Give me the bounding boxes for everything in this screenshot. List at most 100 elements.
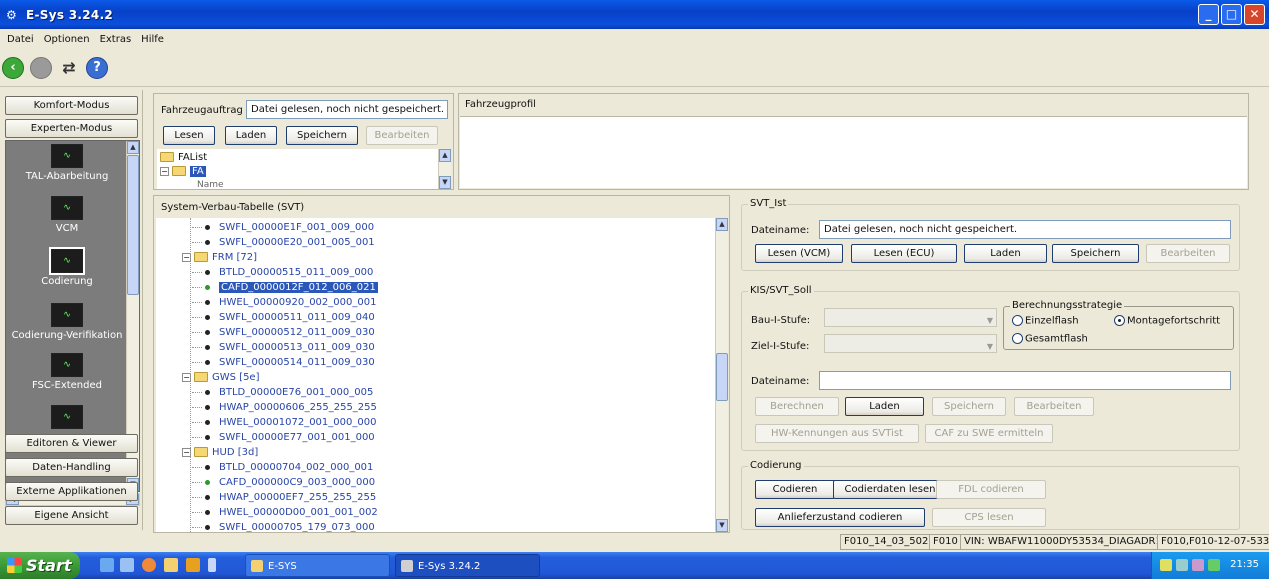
close-button[interactable]: ✕ bbox=[1244, 4, 1265, 25]
scroll-thumb[interactable] bbox=[127, 155, 139, 295]
komfort-modus-button[interactable]: Komfort-Modus bbox=[5, 96, 138, 115]
scroll-down-icon[interactable]: ▼ bbox=[716, 519, 728, 532]
eigene-ansicht-button[interactable]: Eigene Ansicht bbox=[5, 506, 138, 525]
svt-ist-laden-button[interactable]: Laden bbox=[964, 244, 1047, 263]
radio-montagefortschritt[interactable]: Montagefortschritt bbox=[1114, 315, 1220, 327]
fa-tree-scrollbar[interactable]: ▲ ▼ bbox=[438, 149, 451, 189]
codieren-button[interactable]: Codieren bbox=[755, 480, 835, 499]
func-codierung-verifikation[interactable]: ∿ Codierung-Verifikation bbox=[6, 303, 128, 341]
fa-lesen-button[interactable]: Lesen bbox=[163, 126, 215, 145]
menu-optionen[interactable]: Optionen bbox=[39, 34, 95, 45]
quicklaunch-icon[interactable] bbox=[208, 558, 216, 572]
svt-scrollbar[interactable]: ▲ ▼ bbox=[715, 218, 728, 532]
bau-i-stufe-select[interactable]: ▼ bbox=[824, 308, 997, 327]
fa-bearbeiten-button[interactable]: Bearbeiten bbox=[366, 126, 438, 145]
tray-icon[interactable] bbox=[1192, 559, 1204, 571]
func-more[interactable]: ∿ bbox=[6, 405, 128, 432]
svt-title: System-Verbau-Tabelle (SVT) bbox=[161, 202, 305, 213]
task-esys-app[interactable]: E-Sys 3.24.2 bbox=[395, 554, 540, 577]
collapse-icon[interactable]: − bbox=[160, 166, 169, 176]
externe-applikationen-button[interactable]: Externe Applikationen bbox=[5, 482, 138, 501]
tree-leaf[interactable]: BTLD_00000704_002_000_001 bbox=[192, 460, 373, 475]
ziel-i-stufe-label: Ziel-I-Stufe: bbox=[751, 341, 810, 352]
cps-lesen-button[interactable]: CPS lesen bbox=[932, 508, 1046, 527]
svt-ist-lesen-vcm-button[interactable]: Lesen (VCM) bbox=[755, 244, 843, 263]
scroll-up-icon[interactable]: ▲ bbox=[439, 149, 451, 162]
experten-modus-button[interactable]: Experten-Modus bbox=[5, 119, 138, 138]
ziel-i-stufe-select[interactable]: ▼ bbox=[824, 334, 997, 353]
tree-leaf[interactable]: BTLD_00000515_011_009_000 bbox=[192, 265, 373, 280]
fa-status-field[interactable]: Datei gelesen, noch nicht gespeichert. bbox=[246, 100, 448, 119]
anlieferzustand-codieren-button[interactable]: Anlieferzustand codieren bbox=[755, 508, 925, 527]
codierdaten-lesen-button[interactable]: Codierdaten lesen bbox=[833, 480, 947, 499]
fdl-codieren-button[interactable]: FDL codieren bbox=[936, 480, 1046, 499]
hw-kennungen-button[interactable]: HW-Kennungen aus SVTist bbox=[755, 424, 919, 443]
menu-extras[interactable]: Extras bbox=[95, 34, 137, 45]
fa-laden-button[interactable]: Laden bbox=[225, 126, 277, 145]
tree-leaf[interactable]: SWFL_00000513_011_009_030 bbox=[192, 340, 375, 355]
tree-leaf[interactable]: CAFD_000000C9_003_000_000 bbox=[192, 475, 375, 490]
berechnen-button[interactable]: Berechnen bbox=[755, 397, 839, 416]
desktop-icon[interactable] bbox=[100, 558, 114, 572]
tree-leaf[interactable]: SWFL_00000E77_001_001_000 bbox=[192, 430, 375, 445]
tree-leaf[interactable]: HWEL_00000D00_001_001_002 bbox=[192, 505, 378, 520]
tree-leaf[interactable]: SWFL_00000705_179_073_000 bbox=[192, 520, 375, 532]
svt-ist-bearbeiten-button[interactable]: Bearbeiten bbox=[1146, 244, 1230, 263]
func-vcm[interactable]: ∿ VCM bbox=[6, 196, 128, 234]
svt-ist-speichern-button[interactable]: Speichern bbox=[1052, 244, 1139, 263]
tree-leaf[interactable]: SWFL_00000514_011_009_030 bbox=[192, 355, 375, 370]
kis-laden-button[interactable]: Laden bbox=[845, 397, 924, 416]
tree-leaf[interactable]: BTLD_00000E76_001_000_005 bbox=[192, 385, 373, 400]
tree-leaf[interactable]: HWAP_00000606_255_255_255 bbox=[192, 400, 377, 415]
tree-group[interactable]: − GWS [5e] bbox=[182, 370, 259, 385]
func-fsc-extended[interactable]: ∿ FSC-Extended bbox=[6, 353, 128, 391]
svt-ist-file-field[interactable]: Datei gelesen, noch nicht gespeichert. bbox=[819, 220, 1231, 239]
browser-icon[interactable] bbox=[142, 558, 156, 572]
start-button[interactable]: Start bbox=[0, 552, 80, 579]
editoren-viewer-button[interactable]: Editoren & Viewer bbox=[5, 434, 138, 453]
tree-leaf[interactable]: HWAP_00000EF7_255_255_255 bbox=[192, 490, 376, 505]
tree-leaf[interactable]: SWFL_00000512_011_009_030 bbox=[192, 325, 375, 340]
func-tal-abarbeitung[interactable]: ∿ TAL-Abarbeitung bbox=[6, 144, 128, 182]
tree-leaf[interactable]: HWEL_00001072_001_000_000 bbox=[192, 415, 376, 430]
minimize-button[interactable]: _ bbox=[1198, 4, 1219, 25]
tree-node-falist[interactable]: FAList bbox=[160, 150, 207, 165]
tree-node-fa[interactable]: − FA bbox=[160, 164, 206, 179]
tree-leaf[interactable]: SWFL_00000E1F_001_009_000 bbox=[192, 220, 374, 235]
stop-icon[interactable] bbox=[30, 56, 52, 79]
menu-datei[interactable]: Datei bbox=[2, 34, 39, 45]
tree-leaf[interactable]: CAFD_0000012F_012_006_021 bbox=[192, 280, 378, 295]
tray-icon[interactable] bbox=[1160, 559, 1172, 571]
tree-leaf[interactable]: SWFL_00000E20_001_005_001 bbox=[192, 235, 375, 250]
tray-icon[interactable] bbox=[1208, 559, 1220, 571]
tree-group[interactable]: − FRM [72] bbox=[182, 250, 257, 265]
tree-leaf[interactable]: HWEL_00000920_002_000_001 bbox=[192, 295, 376, 310]
maximize-button[interactable]: □ bbox=[1221, 4, 1242, 25]
daten-handling-button[interactable]: Daten-Handling bbox=[5, 458, 138, 477]
radio-gesamtflash[interactable]: Gesamtflash bbox=[1012, 333, 1088, 345]
tray-icon[interactable] bbox=[1176, 559, 1188, 571]
back-icon[interactable]: ‹ bbox=[2, 56, 24, 79]
quicklaunch-icon[interactable] bbox=[120, 558, 134, 572]
help-icon[interactable]: ? bbox=[86, 56, 108, 79]
caf-zu-swe-button[interactable]: CAF zu SWE ermitteln bbox=[925, 424, 1053, 443]
scroll-down-icon[interactable]: ▼ bbox=[439, 176, 451, 189]
kis-file-field[interactable] bbox=[819, 371, 1231, 390]
func-codierung[interactable]: ∿ Codierung bbox=[6, 247, 128, 287]
tree-node-name[interactable]: Name bbox=[197, 178, 224, 189]
menu-hilfe[interactable]: Hilfe bbox=[136, 34, 169, 45]
svt-ist-lesen-ecu-button[interactable]: Lesen (ECU) bbox=[851, 244, 957, 263]
fa-speichern-button[interactable]: Speichern bbox=[286, 126, 358, 145]
kis-bearbeiten-button[interactable]: Bearbeiten bbox=[1014, 397, 1094, 416]
media-icon[interactable] bbox=[186, 558, 200, 572]
tree-leaf[interactable]: SWFL_00000511_011_009_040 bbox=[192, 310, 375, 325]
connect-icon[interactable]: ⇄ bbox=[58, 57, 80, 79]
folder-icon[interactable] bbox=[164, 558, 178, 572]
tree-group[interactable]: − HUD [3d] bbox=[182, 445, 258, 460]
scroll-thumb[interactable] bbox=[716, 353, 728, 401]
kis-speichern-button[interactable]: Speichern bbox=[932, 397, 1006, 416]
radio-einzelflash[interactable]: Einzelflash bbox=[1012, 315, 1079, 327]
scroll-up-icon[interactable]: ▲ bbox=[127, 141, 139, 154]
task-esys-folder[interactable]: E-SYS bbox=[245, 554, 390, 577]
scroll-up-icon[interactable]: ▲ bbox=[716, 218, 728, 231]
